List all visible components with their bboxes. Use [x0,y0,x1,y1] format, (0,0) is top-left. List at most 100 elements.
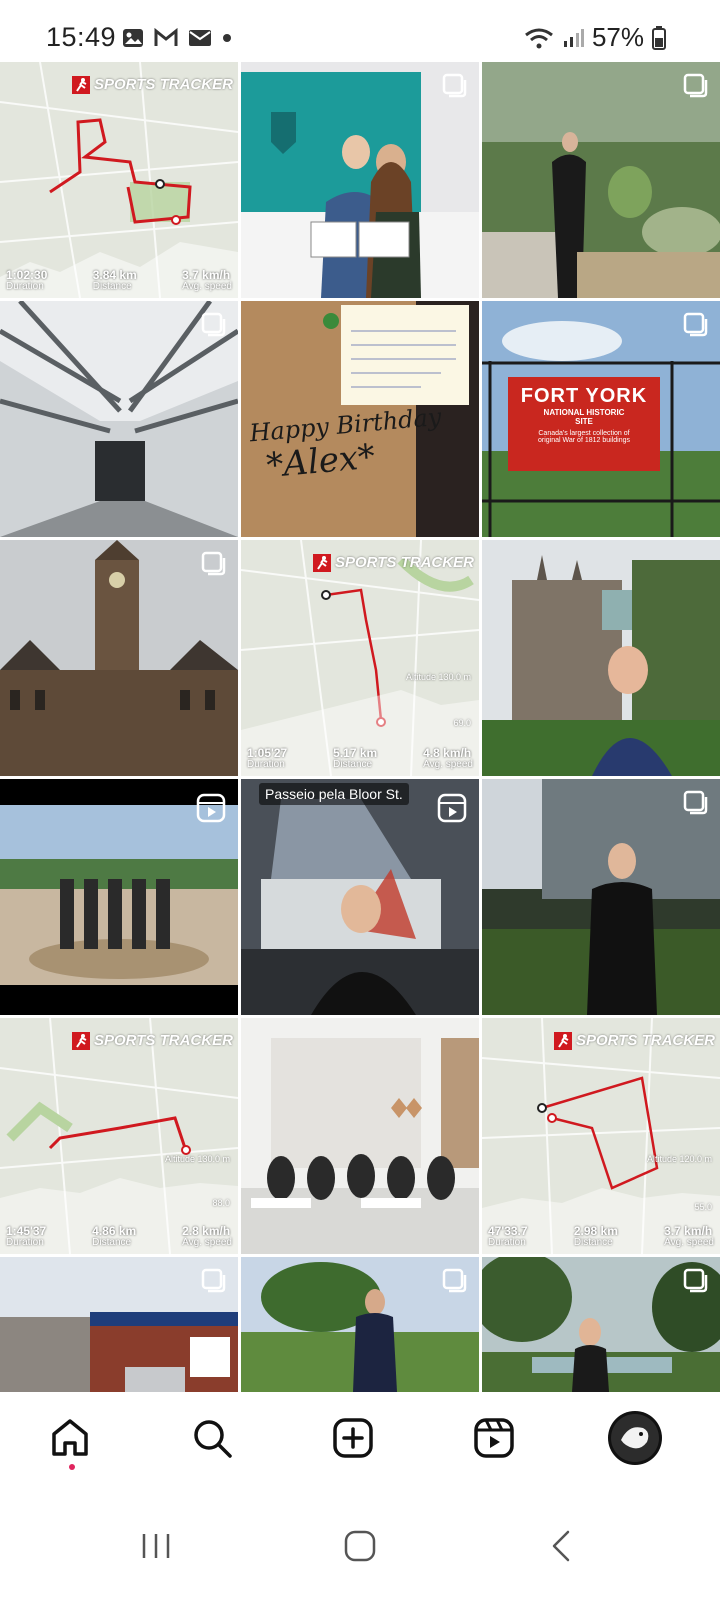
battery-icon [652,25,666,50]
speed-label: Avg. speed [182,1237,232,1248]
post-fort-york[interactable]: FORT YORK NATIONAL HISTORIC SITE Canada'… [482,301,720,537]
altitude-label: Altitude 130.0 m [164,1154,230,1164]
runner-icon [554,1032,572,1050]
post-evening-garden[interactable] [482,779,720,1015]
altitude-min: 55.0 [694,1202,712,1212]
post-tracker-2[interactable]: SPORTS TRACKER Altitude 130.0 m 69.0 1:0… [241,540,479,776]
signal-icon [563,28,584,47]
multiple-posts-icon [201,312,226,337]
altitude-label: Altitude 130.0 m [405,672,471,682]
notification-icons [122,28,232,48]
fort-york-sub1: NATIONAL HISTORIC [543,408,625,417]
tracker-logo: SPORTS TRACKER [335,554,474,571]
mail-icon [189,30,211,46]
duration-value: 1:02:30 [6,268,48,282]
distance-label: Distance [573,1237,613,1248]
runner-icon [72,1032,90,1050]
multiple-posts-icon [683,73,708,98]
home-button-icon[interactable] [336,1522,384,1570]
bottom-navigation [0,1392,720,1492]
distance-value: 4.86 km [92,1224,137,1238]
post-old-city-hall[interactable] [0,540,238,776]
tracker-logo: SPORTS TRACKER [94,76,233,93]
post-tracker-4[interactable]: SPORTS TRACKER Altitude 120.0 m 55.0 47'… [482,1018,720,1254]
nav-create[interactable] [325,1410,381,1466]
post-conservatory[interactable] [482,62,720,298]
distance-label: Distance [92,281,132,292]
nav-search[interactable] [184,1410,240,1466]
distance-value: 5.17 km [333,746,378,760]
distance-label: Distance [333,759,373,770]
post-certificates[interactable] [241,62,479,298]
duration-value: 1:05'27 [247,746,288,760]
battery-percent: 57% [591,22,644,52]
post-glass-bridge[interactable] [0,301,238,537]
runner-icon [72,76,90,94]
speed-value: 2.8 km/h [182,1224,231,1238]
search-icon [194,1420,232,1458]
multiple-posts-icon [683,790,708,815]
speed-label: Avg. speed [423,759,473,770]
status-time: 15:49 [46,22,117,52]
post-students-lounge[interactable] [241,1018,479,1254]
runner-icon [313,554,331,572]
post-tracker-1[interactable]: SPORTS TRACKER 1:02:30 Duration 3.84 km Di… [0,62,238,298]
reels-icon [474,1418,514,1458]
create-icon [333,1418,373,1458]
multiple-posts-icon [683,312,708,337]
fort-york-sub2: SITE [575,417,593,426]
fort-york-desc2: original War of 1812 buildings [538,437,630,444]
post-park-man[interactable] [241,1257,479,1392]
fort-york-sign: FORT YORK NATIONAL HISTORIC SITE Canada'… [508,385,660,444]
nav-home[interactable] [42,1410,98,1466]
tracker-logo: SPORTS TRACKER [576,1032,715,1049]
gmail-icon [154,28,178,46]
post-brick-building[interactable] [0,1257,238,1392]
speed-label: Avg. speed [664,1237,714,1248]
altitude-label: Altitude 120.0 m [646,1154,712,1164]
multiple-posts-icon [683,1268,708,1293]
post-university[interactable] [482,540,720,776]
duration-label: Duration [6,281,44,292]
photo-icon [123,29,143,47]
speed-label: Avg. speed [182,281,232,292]
post-garden-woman[interactable] [482,1257,720,1392]
post-tracker-3[interactable]: SPORTS TRACKER Altitude 130.0 m 88.0 1:4… [0,1018,238,1254]
multiple-posts-icon [201,1268,226,1293]
distance-value: 3.84 km [92,268,137,282]
tracker-logo: SPORTS TRACKER [94,1032,233,1049]
post-caption: Passeio pela Bloor St. [259,783,409,805]
reel-icon [437,793,467,823]
speed-value: 3.7 km/h [182,268,231,282]
duration-label: Duration [6,1237,44,1248]
profile-avatar [608,1411,662,1465]
wifi-icon [525,28,553,48]
nav-reels[interactable] [466,1410,522,1466]
distance-value: 2.98 km [573,1224,618,1238]
dot-icon [223,34,231,42]
back-icon[interactable] [538,1522,586,1570]
post-reel-bloor[interactable]: Passeio pela Bloor St. [241,779,479,1015]
fort-york-desc1: Canada's largest collection of [538,430,630,437]
speed-value: 4.8 km/h [423,746,472,760]
post-reel-group[interactable] [0,779,238,1015]
status-bar: 15:49 57% [0,0,720,62]
recent-apps-icon[interactable] [132,1522,180,1570]
duration-value: 47'33.7 [488,1224,528,1238]
fort-york-title: FORT YORK [520,385,648,407]
nav-profile[interactable] [607,1410,663,1466]
home-notification-dot [69,1464,75,1470]
multiple-posts-icon [442,1268,467,1293]
duration-value: 1:45'37 [6,1224,47,1238]
distance-label: Distance [92,1237,132,1248]
duration-label: Duration [247,759,285,770]
speed-value: 3.7 km/h [664,1224,713,1238]
altitude-min: 88.0 [212,1198,230,1208]
system-navigation-bar [0,1492,720,1600]
home-icon [52,1419,88,1456]
multiple-posts-icon [201,551,226,576]
duration-label: Duration [488,1237,526,1248]
post-birthday-card[interactable]: Happy Birthday *Alex* [241,301,479,537]
reel-icon [196,793,226,823]
altitude-min: 69.0 [453,718,471,728]
